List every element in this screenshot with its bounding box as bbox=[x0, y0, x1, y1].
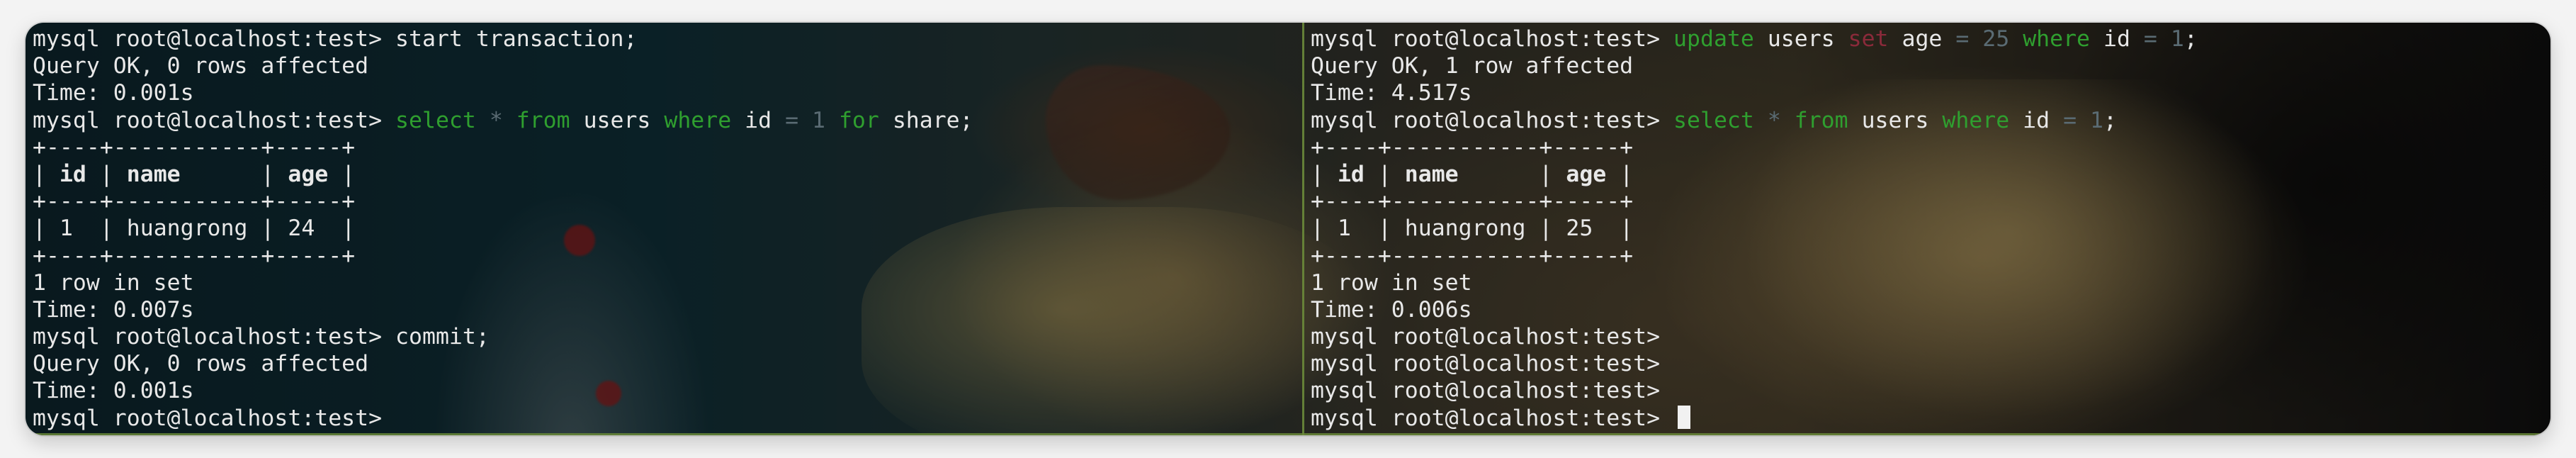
column-header-name: name bbox=[1404, 161, 1459, 187]
cell-id: 1 bbox=[59, 216, 73, 242]
sql-terminator: ; bbox=[2103, 107, 2117, 133]
command: start transaction; bbox=[395, 26, 638, 52]
sql-operator: * bbox=[489, 107, 503, 133]
sql-terminator: ; bbox=[2184, 26, 2198, 52]
sql-number: 25 bbox=[1982, 26, 2010, 52]
prompt: mysql root@localhost:test> bbox=[1311, 26, 1674, 52]
sql-operator: = bbox=[2143, 26, 2157, 52]
cell-name: huangrong bbox=[126, 216, 248, 242]
column-header-id: id bbox=[59, 161, 86, 187]
cell-age: 25 bbox=[1566, 216, 1593, 242]
terminal-line: mysql root@localhost:test> bbox=[1311, 323, 2543, 350]
prompt: mysql root@localhost:test> bbox=[33, 324, 396, 350]
pane-bottom-border bbox=[26, 433, 2550, 435]
sql-number: 1 bbox=[2170, 26, 2184, 52]
table-border: +----+-----------+-----+ bbox=[33, 189, 356, 215]
sql-operator: = bbox=[2063, 107, 2077, 133]
table-header-row: | id | name | age | bbox=[1311, 161, 1634, 187]
sql-keyword: select bbox=[1673, 107, 1754, 133]
terminal-timing: Time: 0.001s bbox=[33, 80, 194, 106]
sql-operator: = bbox=[785, 107, 799, 133]
cell-age: 24 bbox=[288, 216, 315, 242]
sql-keyword: for bbox=[838, 107, 879, 133]
terminal-output: 1 row in set bbox=[33, 269, 194, 296]
terminal-line: mysql root@localhost:test> bbox=[1311, 350, 2543, 377]
cell-name: huangrong bbox=[1404, 216, 1526, 242]
cell-id: 1 bbox=[1337, 216, 1351, 242]
terminal-line: mysql root@localhost:test> select * from… bbox=[1311, 107, 2543, 134]
pane-divider[interactable] bbox=[1302, 23, 1304, 435]
sql-number: 1 bbox=[812, 107, 825, 133]
prompt: mysql root@localhost:test> bbox=[1311, 107, 1674, 133]
terminal-timing: Time: 0.001s bbox=[33, 378, 194, 404]
sql-identifier: users bbox=[1861, 107, 1929, 133]
terminal-line: mysql root@localhost:test> bbox=[33, 405, 1301, 432]
sql-operator: * bbox=[1767, 107, 1781, 133]
sql-identifier: id bbox=[745, 107, 772, 133]
sql-identifier: users bbox=[583, 107, 651, 133]
prompt: mysql root@localhost:test> bbox=[33, 26, 396, 52]
terminal-window: mysql root@localhost:test> start transac… bbox=[26, 23, 2550, 435]
terminal-timing: Time: 0.007s bbox=[33, 296, 194, 323]
sql-identifier: id bbox=[2023, 107, 2050, 133]
terminal-line: mysql root@localhost:test> select * from… bbox=[33, 107, 1301, 134]
terminal-timing: Time: 0.006s bbox=[1311, 296, 1472, 323]
sql-identifier: users bbox=[1767, 26, 1835, 52]
column-header-age: age bbox=[288, 161, 329, 187]
prompt: mysql root@localhost:test> bbox=[1311, 405, 1674, 431]
column-header-name: name bbox=[126, 161, 181, 187]
terminal-line: mysql root@localhost:test> start transac… bbox=[33, 26, 1301, 52]
sql-keyword: update bbox=[1673, 26, 1754, 52]
prompt: mysql root@localhost:test> bbox=[33, 107, 396, 133]
table-border: +----+-----------+-----+ bbox=[33, 134, 356, 160]
prompt: mysql root@localhost:test> bbox=[33, 405, 396, 431]
sql-number: 1 bbox=[2090, 107, 2103, 133]
terminal-output: 1 row in set bbox=[1311, 269, 1472, 296]
table-row: | 1 | huangrong | 24 | bbox=[33, 216, 356, 242]
sql-keyword: select bbox=[395, 107, 476, 133]
terminal-output: Query OK, 0 rows affected bbox=[33, 53, 369, 79]
sql-keyword: set bbox=[1848, 26, 1889, 52]
sql-identifier: share; bbox=[892, 107, 973, 133]
column-header-id: id bbox=[1337, 161, 1365, 187]
sql-keyword: where bbox=[2023, 26, 2091, 52]
terminal-line[interactable]: mysql root@localhost:test> bbox=[1311, 405, 2543, 432]
column-header-age: age bbox=[1566, 161, 1607, 187]
left-terminal-pane[interactable]: mysql root@localhost:test> start transac… bbox=[33, 23, 1301, 435]
prompt: mysql root@localhost:test> bbox=[1311, 324, 1661, 350]
command: commit; bbox=[395, 324, 490, 350]
right-terminal-pane[interactable]: mysql root@localhost:test> update users … bbox=[1311, 23, 2543, 435]
table-border: +----+-----------+-----+ bbox=[1311, 134, 1634, 160]
sql-identifier: id bbox=[2103, 26, 2130, 52]
prompt: mysql root@localhost:test> bbox=[1311, 351, 1661, 377]
terminal-output: Query OK, 0 rows affected bbox=[33, 351, 369, 377]
table-header-row: | id | name | age | bbox=[33, 161, 356, 187]
table-border: +----+-----------+-----+ bbox=[1311, 189, 1634, 215]
sql-keyword: where bbox=[664, 107, 732, 133]
table-border: +----+-----------+-----+ bbox=[1311, 242, 1634, 269]
table-row: | 1 | huangrong | 25 | bbox=[1311, 216, 1634, 242]
text-cursor[interactable] bbox=[1678, 405, 1691, 429]
sql-identifier: age bbox=[1902, 26, 1943, 52]
terminal-line: mysql root@localhost:test> commit; bbox=[33, 323, 1301, 350]
sql-keyword: from bbox=[516, 107, 570, 133]
terminal-timing: Time: 4.517s bbox=[1311, 80, 1472, 106]
table-border: +----+-----------+-----+ bbox=[33, 242, 356, 269]
terminal-line: mysql root@localhost:test> update users … bbox=[1311, 26, 2543, 52]
terminal-line: mysql root@localhost:test> bbox=[1311, 377, 2543, 404]
sql-keyword: where bbox=[1942, 107, 2010, 133]
sql-operator: = bbox=[1955, 26, 1970, 52]
sql-keyword: from bbox=[1794, 107, 1848, 133]
prompt: mysql root@localhost:test> bbox=[1311, 378, 1661, 404]
terminal-output: Query OK, 1 row affected bbox=[1311, 53, 1634, 79]
